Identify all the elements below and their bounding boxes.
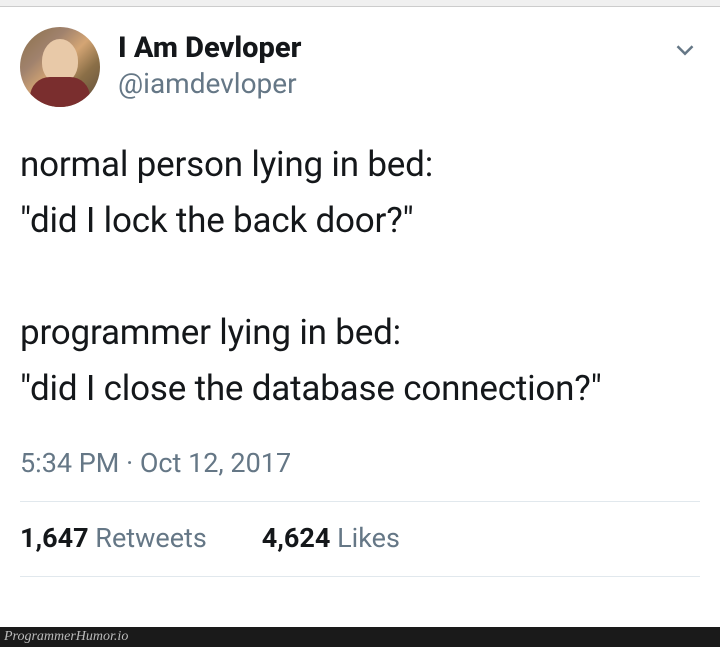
timestamp[interactable]: 5:34 PM · Oct 12, 2017: [20, 447, 700, 501]
user-handle[interactable]: @iamdevloper: [118, 66, 301, 102]
user-names: I Am Devloper @iamdevloper: [118, 31, 301, 102]
retweet-count: 1,647: [20, 522, 89, 554]
date-text: Oct 12, 2017: [140, 447, 291, 479]
top-border: [0, 0, 720, 7]
watermark: ProgrammerHumor.io: [0, 627, 720, 647]
like-count: 4,624: [262, 522, 331, 554]
caret-down-icon[interactable]: [670, 27, 700, 69]
time-text: 5:34 PM: [20, 447, 119, 479]
retweets-stat[interactable]: 1,647 Retweets: [20, 522, 207, 554]
stats-row: 1,647 Retweets 4,624 Likes: [20, 502, 700, 576]
retweet-label: Retweets: [89, 522, 207, 554]
tweet-text: normal person lying in bed: "did I lock …: [20, 137, 700, 417]
display-name[interactable]: I Am Devloper: [118, 31, 301, 66]
tweet-container: I Am Devloper @iamdevloper normal person…: [0, 7, 720, 577]
avatar[interactable]: [20, 27, 100, 107]
likes-stat[interactable]: 4,624 Likes: [262, 522, 400, 554]
separator: ·: [119, 447, 139, 479]
user-block[interactable]: I Am Devloper @iamdevloper: [20, 27, 301, 107]
like-label: Likes: [330, 522, 399, 554]
divider-bottom: [20, 576, 700, 577]
tweet-header: I Am Devloper @iamdevloper: [20, 27, 700, 107]
